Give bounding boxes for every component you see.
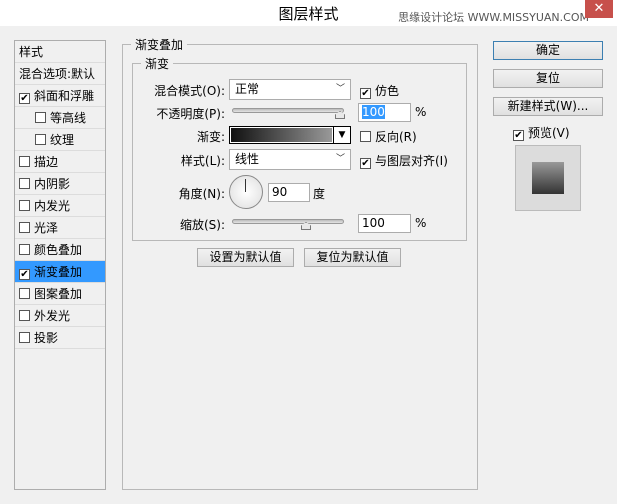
subgroup-title: 渐变 [145,57,170,71]
group-title: 渐变叠加 [135,38,184,52]
style-select[interactable]: 线性 ﹀ [229,149,351,170]
opacity-unit: % [415,105,427,119]
style-preview [515,145,581,211]
sidebar-item-label: 内发光 [34,199,71,213]
sidebar-item-label: 颜色叠加 [34,243,83,257]
checkbox-icon: ✔ [360,158,371,169]
sidebar-item-label: 样式 [19,45,44,59]
style-value: 线性 [235,152,260,166]
reverse-checkbox[interactable]: 反向(R) [360,128,417,145]
opacity-value: 100 [362,105,385,119]
sidebar-item-label: 描边 [34,155,59,169]
sidebar-item[interactable]: ✔ 斜面和浮雕 [15,85,105,107]
new-style-button[interactable]: 新建样式(W)... [493,97,603,116]
checkbox-icon[interactable] [19,288,30,299]
angle-label: 角度(N): [178,187,225,201]
sidebar-item[interactable]: 颜色叠加 [15,239,105,261]
sidebar-item[interactable]: 光泽 [15,217,105,239]
sidebar-item[interactable]: 外发光 [15,305,105,327]
preview-swatch [532,162,564,194]
reverse-label: 反向(R) [375,130,417,144]
align-label: 与图层对齐(I) [375,154,448,168]
sidebar-item[interactable]: 投影 [15,327,105,349]
checkbox-icon: ✔ [513,130,524,141]
reset-button[interactable]: 复位 [493,69,603,88]
sidebar-item[interactable]: 内发光 [15,195,105,217]
chevron-down-icon: ﹀ [335,154,345,164]
sidebar-item[interactable]: 图案叠加 [15,283,105,305]
preview-label: 预览(V) [528,126,570,140]
align-checkbox[interactable]: ✔ 与图层对齐(I) [360,152,448,169]
checkbox-icon[interactable] [19,178,30,189]
reset-default-button[interactable]: 复位为默认值 [304,248,401,267]
sidebar-item-label: 内阴影 [34,177,71,191]
gradient-picker[interactable]: ▼ [229,126,351,144]
sidebar-item[interactable]: 样式 [15,41,105,63]
sidebar-item-label: 图案叠加 [34,287,83,301]
sidebar-item[interactable]: 描边 [15,151,105,173]
dither-checkbox[interactable]: ✔ 仿色 [360,82,399,99]
angle-input[interactable]: 90 [268,183,310,202]
checkbox-icon[interactable]: ✔ [19,269,30,280]
checkbox-icon [360,131,371,142]
sidebar-item[interactable]: 纹理 [15,129,105,151]
scale-unit: % [415,216,427,230]
sidebar-item[interactable]: 内阴影 [15,173,105,195]
sidebar-item-label: 光泽 [34,221,59,235]
sidebar-item-label: 等高线 [50,111,87,125]
scale-input[interactable]: 100 [358,214,411,233]
blend-mode-value: 正常 [235,82,260,96]
close-icon[interactable]: ✕ [585,0,613,18]
checkbox-icon[interactable] [19,200,30,211]
blend-mode-label: 混合模式(O): [154,84,225,98]
checkbox-icon[interactable] [19,222,30,233]
checkbox-icon[interactable] [19,156,30,167]
chevron-down-icon: ﹀ [335,84,345,94]
caret-down-icon[interactable]: ▼ [333,127,350,143]
checkbox-icon[interactable] [35,112,46,123]
preview-checkbox[interactable]: ✔ 预览(V) [513,124,570,141]
sidebar-item[interactable]: ✔ 渐变叠加 [15,261,105,283]
sidebar-item-label: 混合选项:默认 [19,67,96,81]
dither-label: 仿色 [375,84,400,98]
gradient-label: 渐变: [196,130,225,144]
checkbox-icon: ✔ [360,88,371,99]
style-label: 样式(L): [180,154,225,168]
angle-needle [245,179,246,192]
sidebar-item-label: 渐变叠加 [34,265,83,279]
gradient-preview[interactable] [231,128,332,142]
opacity-slider[interactable] [232,108,345,119]
sidebar-item-label: 外发光 [34,309,71,323]
checkbox-icon[interactable]: ✔ [19,93,30,104]
checkbox-icon[interactable] [19,310,30,321]
checkbox-icon[interactable] [19,332,30,343]
scale-slider[interactable] [232,219,344,230]
angle-unit: 度 [313,187,326,201]
sidebar-item-label: 斜面和浮雕 [34,89,95,103]
opacity-input[interactable]: 100 [358,103,411,122]
set-default-button[interactable]: 设置为默认值 [197,248,294,267]
sidebar-item-label: 纹理 [50,133,75,147]
watermark: 思缘设计论坛 WWW.MISSYUAN.COM [398,11,589,24]
checkbox-icon[interactable] [35,134,46,145]
scale-label: 缩放(S): [179,218,225,232]
sidebar-item[interactable]: 混合选项:默认 [15,63,105,85]
checkbox-icon[interactable] [19,244,30,255]
ok-button[interactable]: 确定 [493,41,603,60]
sidebar-item[interactable]: 等高线 [15,107,105,129]
sidebar-item-label: 投影 [34,331,59,345]
styles-list: 样式混合选项:默认 ✔ 斜面和浮雕等高线纹理描边内阴影内发光光泽颜色叠加 ✔ 渐变叠加图… [14,40,106,490]
title-bar: 图层样式 思缘设计论坛 WWW.MISSYUAN.COM ✕ [0,0,617,26]
angle-dial[interactable] [229,175,263,209]
opacity-label: 不透明度(P): [156,107,225,121]
slider-thumb[interactable] [301,222,311,230]
blend-mode-select[interactable]: 正常 ﹀ [229,79,351,100]
